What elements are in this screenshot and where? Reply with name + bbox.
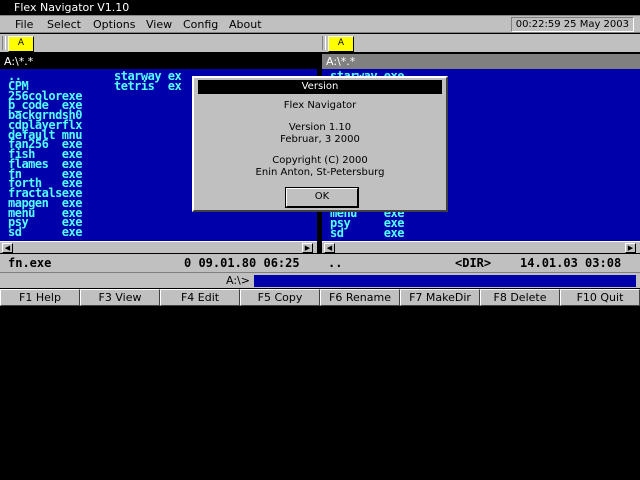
file-entry[interactable]: sd exe: [330, 227, 404, 239]
f7-makedir-button[interactable]: F7 MakeDir: [400, 289, 480, 306]
command-line: A:\>: [0, 272, 640, 288]
dialog-title: Version: [198, 80, 442, 94]
dialog-version: Version 1.10: [288, 122, 352, 133]
right-file-list-bottom[interactable]: menu exe psy exe sd exe: [330, 207, 404, 239]
f4-edit-button[interactable]: F4 Edit: [160, 289, 240, 306]
file-entry[interactable]: sd exe: [8, 226, 82, 238]
right-hscrollbar[interactable]: ◀ ▶: [322, 241, 640, 253]
left-file-info: 0 09.01.80 06:25: [184, 256, 300, 270]
right-drive-button[interactable]: A: [328, 36, 354, 52]
command-prompt: A:\>: [226, 274, 250, 287]
f1-help-button[interactable]: F1 Help: [0, 289, 80, 306]
f6-rename-button[interactable]: F6 Rename: [320, 289, 400, 306]
menu-options[interactable]: Options: [93, 16, 135, 33]
clock-display: 00:22:59 25 May 2003: [510, 17, 634, 32]
right-selected-file: ..: [328, 256, 343, 270]
scroll-right-icon[interactable]: ▶: [625, 243, 636, 253]
function-key-bar: F1 Help F3 View F4 Edit F5 Copy F6 Renam…: [0, 289, 640, 306]
left-drive-button[interactable]: A: [8, 36, 34, 52]
menu-config[interactable]: Config: [183, 16, 218, 33]
dialog-app-name: Flex Navigator: [283, 100, 357, 111]
toolbar-separator: [2, 36, 6, 50]
menu-about[interactable]: About: [229, 16, 262, 33]
scroll-left-icon[interactable]: ◀: [2, 243, 13, 253]
menu-file[interactable]: File: [15, 16, 33, 33]
f10-quit-button[interactable]: F10 Quit: [560, 289, 640, 306]
menu-bar: File Select Options View Config About 00…: [0, 16, 640, 33]
status-bar: fn.exe 0 09.01.80 06:25 .. <DIR> 14.01.0…: [0, 254, 640, 272]
version-dialog: Version Flex Navigator Version 1.10 Febr…: [192, 76, 448, 212]
ok-button[interactable]: OK: [286, 188, 358, 207]
right-path-bar: A:\*.*: [322, 54, 640, 69]
f5-copy-button[interactable]: F5 Copy: [240, 289, 320, 306]
left-selected-file: fn.exe: [8, 256, 52, 270]
toolbar-separator: [322, 36, 326, 50]
drive-bar: A A: [0, 34, 640, 52]
left-path-bar: A:\*.*: [0, 54, 321, 69]
window-title: Flex Navigator V1.10: [0, 0, 640, 16]
dialog-author: Enin Anton, St-Petersburg: [255, 167, 385, 178]
scroll-right-icon[interactable]: ▶: [302, 243, 313, 253]
f8-delete-button[interactable]: F8 Delete: [480, 289, 560, 306]
left-file-list-col2[interactable]: starway ex tetris ex: [114, 70, 182, 92]
scroll-left-icon[interactable]: ◀: [324, 243, 335, 253]
right-file-info: <DIR> 14.01.03 03:08: [455, 256, 622, 270]
command-input[interactable]: [254, 275, 636, 287]
dialog-copyright: Copyright (C) 2000: [272, 155, 368, 166]
left-file-list[interactable]: .. CPM 256colorexe b_code exe backgrndsh0 cdp…: [8, 70, 82, 238]
menu-view[interactable]: View: [146, 16, 172, 33]
left-hscrollbar[interactable]: ◀ ▶: [0, 241, 317, 253]
file-entry[interactable]: tetris ex: [114, 80, 182, 92]
dialog-date: Februar, 3 2000: [280, 134, 360, 145]
menu-select[interactable]: Select: [47, 16, 81, 33]
f3-view-button[interactable]: F3 View: [80, 289, 160, 306]
